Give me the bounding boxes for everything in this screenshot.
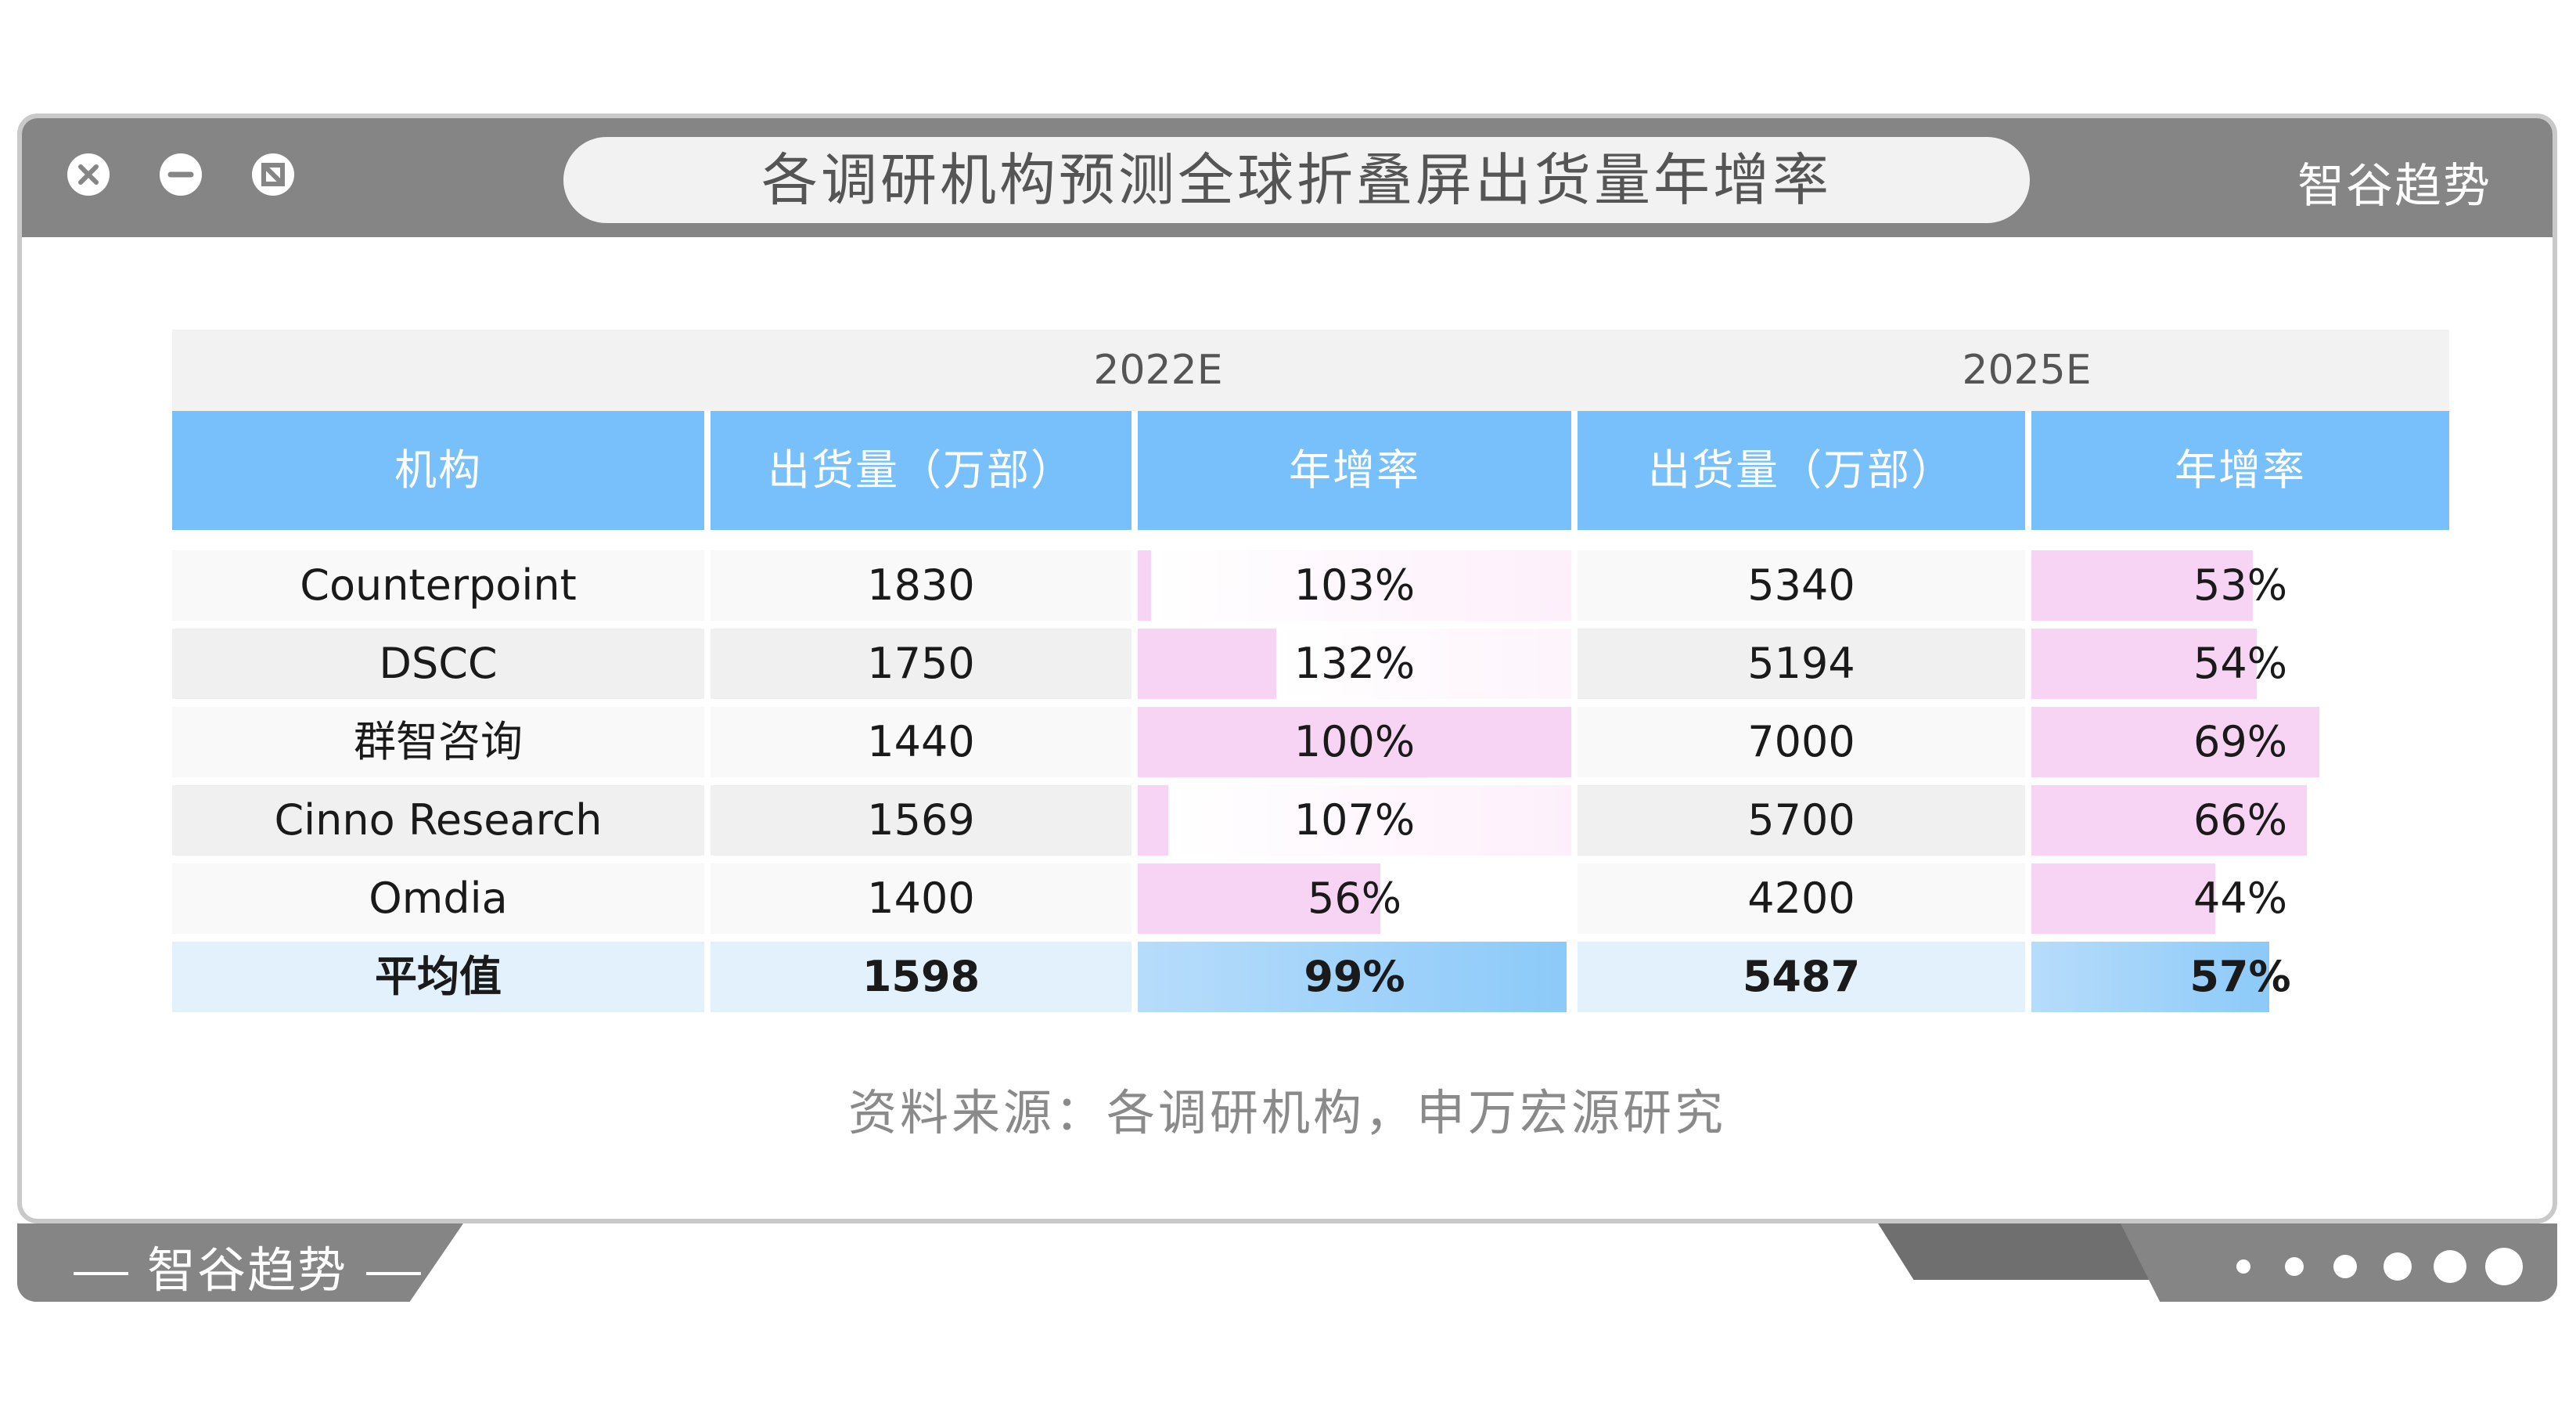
cell-growth-2022: 132% (1138, 629, 1571, 699)
cell-ship-2022: 1830 (711, 550, 1131, 621)
brand-logo-top: 智谷趋势 (2297, 148, 2491, 216)
table-row: 群智咨询 1440 100% 7000 69% (172, 707, 2449, 777)
title-bar: 各调研机构预测全球折叠屏出货量年增率 智谷趋势 (22, 118, 2553, 237)
table-row: DSCC 1750 132% 5194 54% (172, 629, 2449, 699)
cell-ship-2022: 1598 (711, 942, 1131, 1012)
col-header-ship-2022: 出货量（万部） (711, 411, 1131, 530)
cell-ship-2025: 4200 (1578, 863, 2025, 934)
page-dot-4[interactable] (2384, 1252, 2412, 1281)
cell-org: Cinno Research (172, 785, 704, 856)
growth-value: 99% (1304, 952, 1405, 1001)
footer-right-tab (2121, 1223, 2557, 1302)
cell-growth-2025: 69% (2031, 707, 2449, 777)
cell-ship-2022: 1569 (711, 785, 1131, 856)
close-icon (78, 164, 99, 185)
growth-value: 57% (2189, 952, 2291, 1001)
brand-text-top: 智谷趋势 (2297, 159, 2491, 214)
year-group-header: 2022E 2025E (172, 330, 2449, 411)
column-header-row: 机构 出货量（万部） 年增率 出货量（万部） 年增率 (172, 411, 2449, 530)
cell-ship-2025: 5487 (1578, 942, 2025, 1012)
table-row: Counterpoint 1830 103% 5340 53% (172, 550, 2449, 621)
cell-growth-2022: 99% (1138, 942, 1571, 1012)
footer-dash-left (74, 1271, 128, 1275)
table-body: Counterpoint 1830 103% 5340 53% DSCC 1750 132% 5… (172, 550, 2449, 1012)
cell-ship-2022: 1750 (711, 629, 1131, 699)
col-header-org: 机构 (172, 411, 704, 530)
table-row: Omdia 1400 56% 4200 44% (172, 863, 2449, 934)
cell-growth-2022: 56% (1138, 863, 1571, 934)
minimize-icon (167, 171, 194, 178)
minimize-button[interactable] (160, 153, 202, 196)
growth-value: 54% (2193, 639, 2288, 688)
growth-value: 44% (2193, 874, 2288, 923)
footer-dash-right (366, 1271, 422, 1275)
footer-brand: 智谷趋势 (55, 1231, 440, 1301)
cell-growth-2025: 54% (2031, 629, 2449, 699)
app-window: 各调研机构预测全球折叠屏出货量年增率 智谷趋势 2022E 2025E 机构 出… (17, 114, 2557, 1223)
table-row: Cinno Research 1569 107% 5700 66% (172, 785, 2449, 856)
growth-value: 132% (1293, 639, 1416, 688)
group-header-2022: 2022E (1093, 347, 1223, 394)
window-title: 各调研机构预测全球折叠屏出货量年增率 (563, 137, 2030, 223)
page-dot-6[interactable] (2485, 1248, 2523, 1285)
cell-growth-2025: 57% (2031, 942, 2449, 1012)
cell-ship-2025: 5700 (1578, 785, 2025, 856)
cell-growth-2025: 66% (2031, 785, 2449, 856)
growth-value: 103% (1293, 560, 1416, 610)
cell-ship-2025: 5340 (1578, 550, 2025, 621)
source-note: 资料来源：各调研机构，申万宏源研究 (847, 1084, 1726, 1141)
footer-brand-text: 智谷趋势 (147, 1241, 348, 1299)
disable-button[interactable] (252, 153, 294, 196)
page-dot-3[interactable] (2333, 1255, 2357, 1278)
growth-bar (1138, 629, 1277, 699)
growth-bar (1138, 550, 1151, 621)
forecast-table: 2022E 2025E 机构 出货量（万部） 年增率 出货量（万部） 年增率 C… (172, 330, 2449, 1012)
growth-value: 66% (2193, 795, 2288, 845)
cell-ship-2022: 1400 (711, 863, 1131, 934)
group-header-2025: 2025E (1962, 347, 2092, 394)
cell-ship-2025: 5194 (1578, 629, 2025, 699)
growth-value: 69% (2193, 717, 2288, 766)
col-header-growth-2025: 年增率 (2031, 411, 2449, 530)
growth-value: 53% (2193, 560, 2288, 610)
cell-growth-2022: 107% (1138, 785, 1571, 856)
cell-org: 群智咨询 (172, 707, 704, 777)
cell-ship-2025: 7000 (1578, 707, 2025, 777)
page-dot-2[interactable] (2285, 1257, 2304, 1276)
cell-growth-2025: 53% (2031, 550, 2449, 621)
growth-bar (1138, 785, 1168, 856)
average-row: 平均值 1598 99% 5487 57% (172, 942, 2449, 1012)
page-dot-1[interactable] (2236, 1259, 2250, 1274)
growth-value: 56% (1307, 874, 1402, 923)
growth-bar (2031, 863, 2215, 934)
cell-org: Counterpoint (172, 550, 704, 621)
col-header-growth-2022: 年增率 (1138, 411, 1571, 530)
cell-growth-2025: 44% (2031, 863, 2449, 934)
col-header-ship-2025: 出货量（万部） (1578, 411, 2025, 530)
cell-org: DSCC (172, 629, 704, 699)
cell-growth-2022: 100% (1138, 707, 1571, 777)
prohibited-icon (261, 163, 285, 186)
cell-org: 平均值 (172, 942, 704, 1012)
cell-ship-2022: 1440 (711, 707, 1131, 777)
close-button[interactable] (67, 153, 110, 196)
growth-value: 100% (1293, 717, 1416, 766)
page-dot-5[interactable] (2434, 1250, 2466, 1283)
growth-value: 107% (1293, 795, 1416, 845)
cell-org: Omdia (172, 863, 704, 934)
cell-growth-2022: 103% (1138, 550, 1571, 621)
